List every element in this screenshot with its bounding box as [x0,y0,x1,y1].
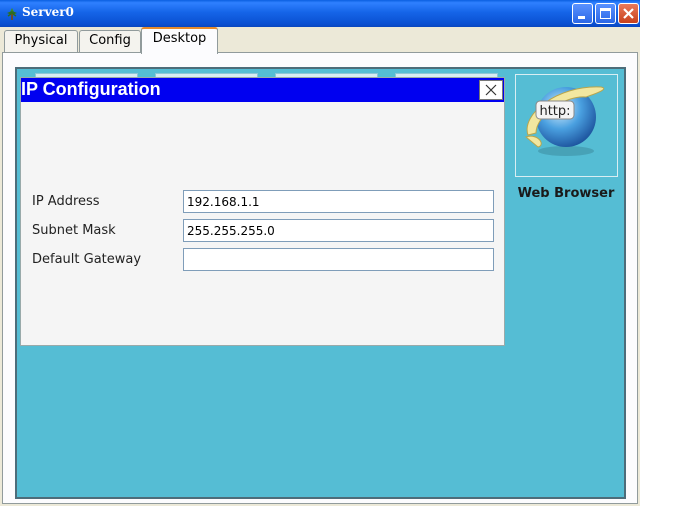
close-button[interactable] [618,3,639,24]
close-icon [485,84,497,96]
default-gateway-label: Default Gateway [32,252,142,267]
minimize-button[interactable] [572,3,593,24]
close-icon [623,8,634,19]
maximize-button[interactable] [595,3,616,24]
ip-configuration-dialog: IP Configuration IP Address Subnet Mask … [20,77,505,346]
http-badge-text: http: [539,104,570,119]
tab-physical[interactable]: Physical [4,30,78,53]
web-browser-app[interactable]: http: [515,74,618,177]
tab-config[interactable]: Config [79,30,141,53]
ip-address-label: IP Address [32,194,100,209]
tab-desktop[interactable]: Desktop [141,27,218,54]
ip-address-input[interactable] [183,190,494,213]
subnet-mask-input[interactable] [183,219,494,242]
maximize-icon [600,8,611,19]
subnet-mask-label: Subnet Mask [32,223,116,238]
default-gateway-input[interactable] [183,248,494,271]
dialog-title-bar[interactable]: IP Configuration [21,78,504,102]
window-title: Server0 [22,5,74,19]
dialog-title: IP Configuration [21,79,161,99]
http-globe-icon: http: [524,86,605,156]
web-browser-label[interactable]: Web Browser [505,186,627,201]
tab-bar: Physical Config Desktop [0,27,640,54]
dialog-close-button[interactable] [479,80,503,100]
title-bar[interactable]: Server0 [0,0,640,27]
server-app-icon [5,6,19,20]
minimize-icon [578,16,585,19]
server-window: Server0 Physical Config Desktop http: We… [0,0,640,506]
